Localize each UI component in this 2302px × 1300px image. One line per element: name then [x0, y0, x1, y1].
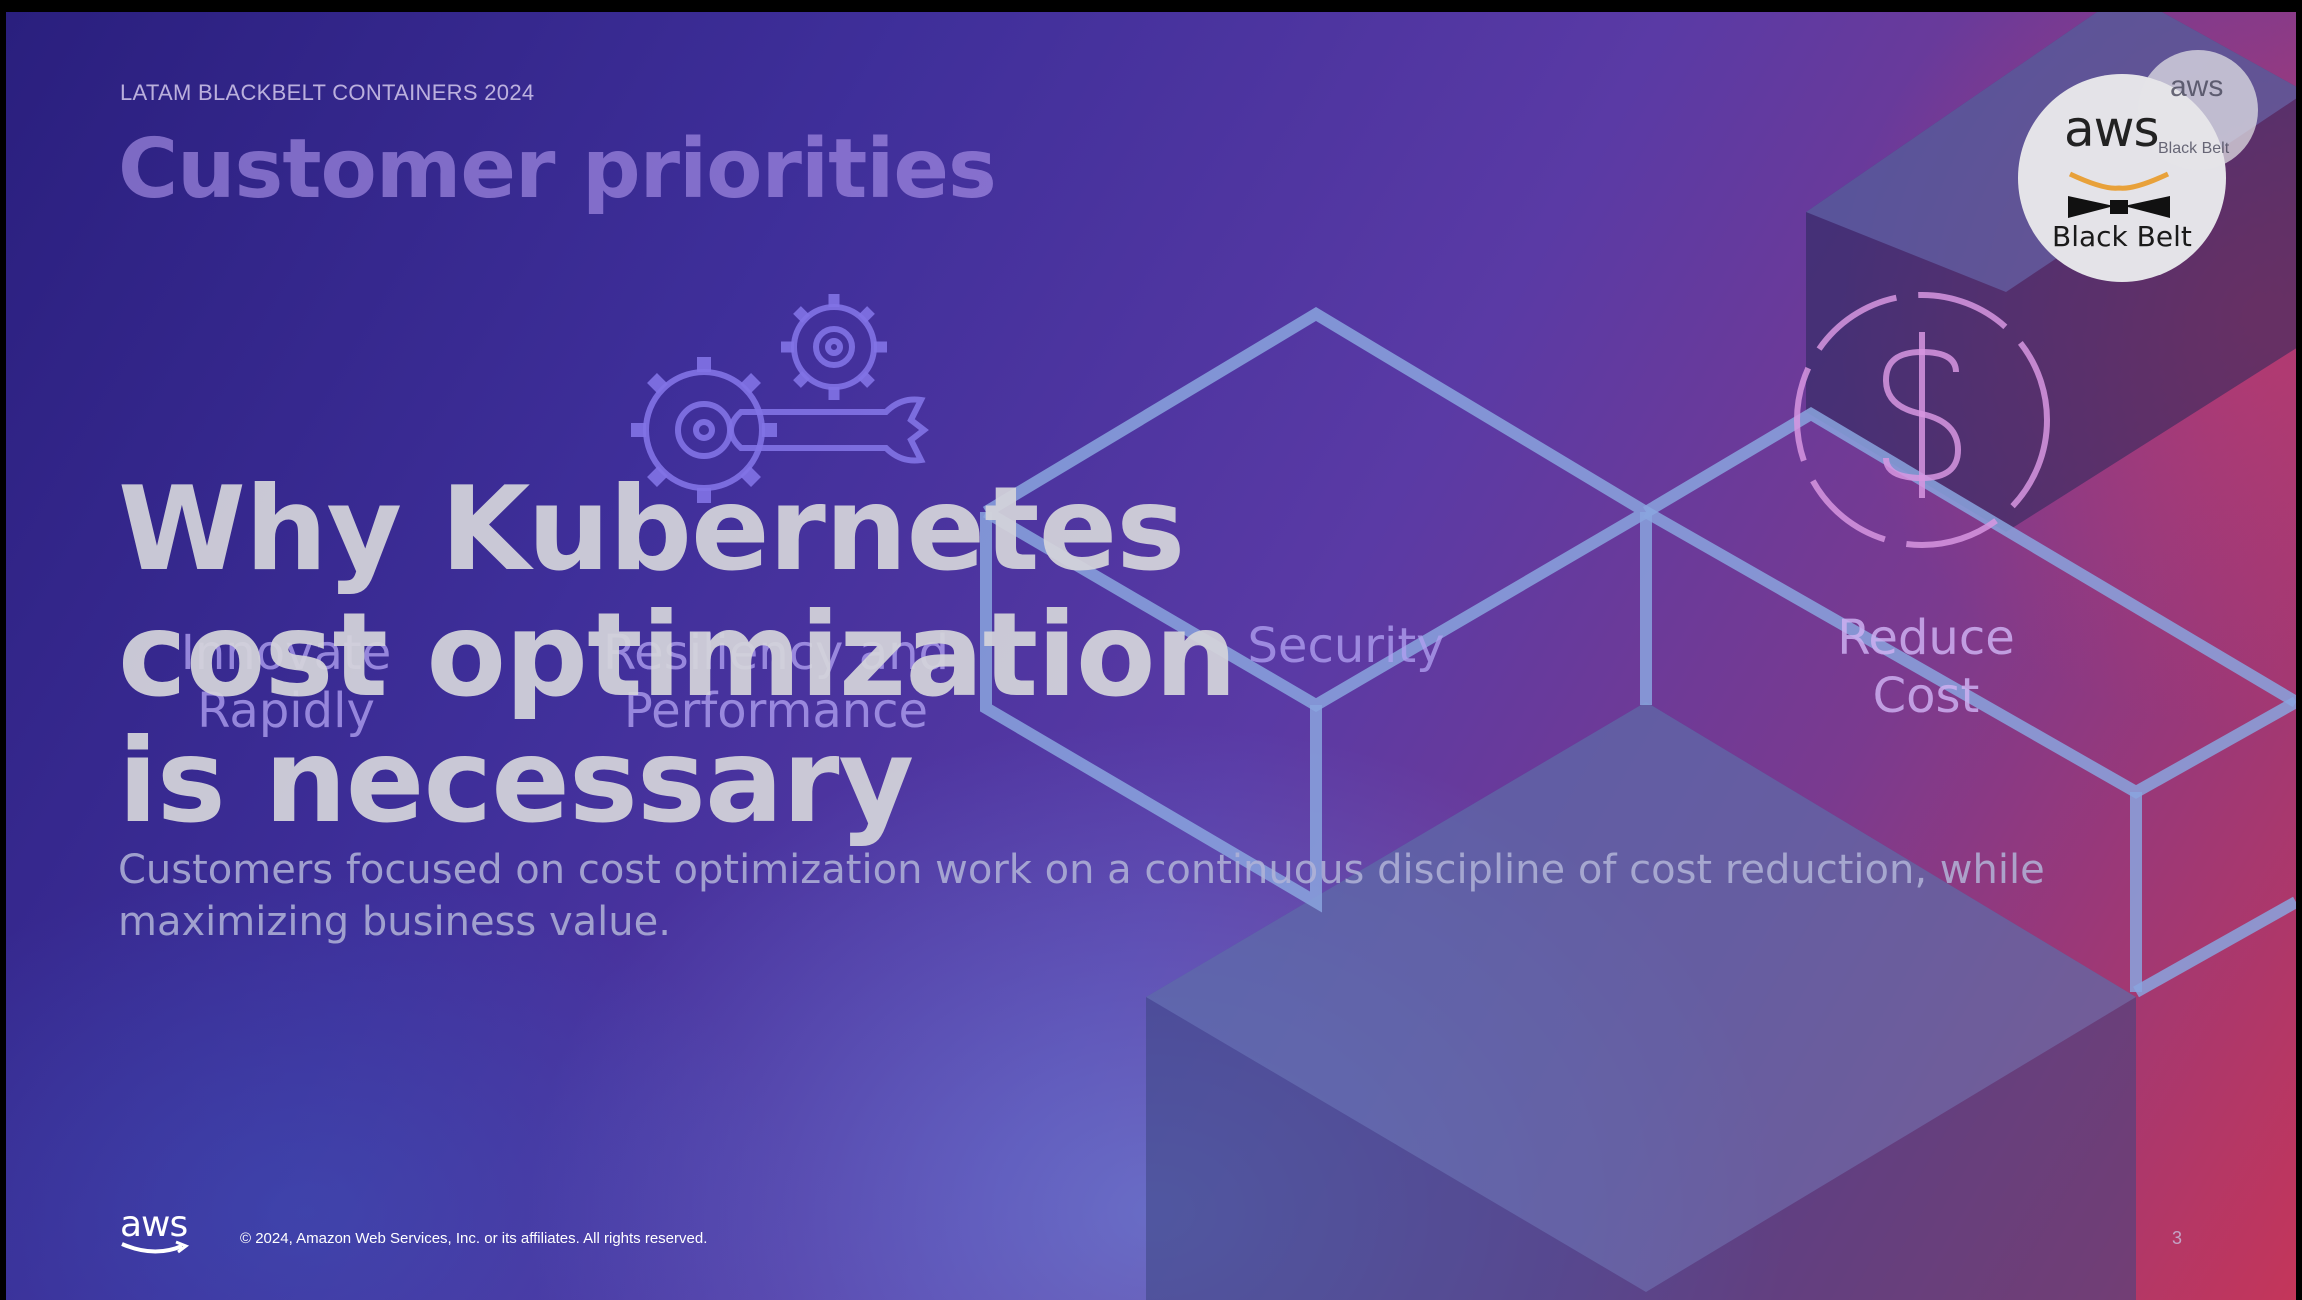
footer-aws-logo: aws	[120, 1204, 188, 1245]
slide-subtitle: Customers focused on cost optimization w…	[118, 847, 2045, 945]
badge-small-brand: aws	[2170, 70, 2224, 103]
title-line: is necessary	[118, 714, 914, 849]
badge-brand: aws	[2064, 100, 2160, 158]
slide: LATAM BLACKBELT CONTAINERS 2024 Customer…	[6, 12, 2296, 1300]
badge-small-label: Black Belt	[2158, 140, 2230, 157]
eyebrow-label: LATAM BLACKBELT CONTAINERS 2024	[120, 80, 535, 105]
aws-smile-icon	[121, 1240, 190, 1254]
priority-reduce-cost: Reduce Cost	[1746, 609, 2106, 725]
priority-line: Cost	[1872, 668, 1980, 724]
copyright-text: © 2024, Amazon Web Services, Inc. or its…	[240, 1230, 708, 1247]
slide-title: Why Kubernetes cost optimization is nece…	[118, 467, 1318, 845]
outline-right-box-lower	[2133, 896, 2296, 998]
ghost-slide-title: Customer priorities	[118, 122, 997, 217]
page-number: 3	[2172, 1228, 2183, 1248]
badge-label: Black Belt	[2052, 220, 2192, 253]
priority-line: Reduce	[1837, 610, 2015, 666]
title-line: Why Kubernetes	[118, 462, 1185, 597]
black-belt-icon	[2068, 171, 2170, 218]
title-line: cost optimization	[118, 588, 1237, 723]
